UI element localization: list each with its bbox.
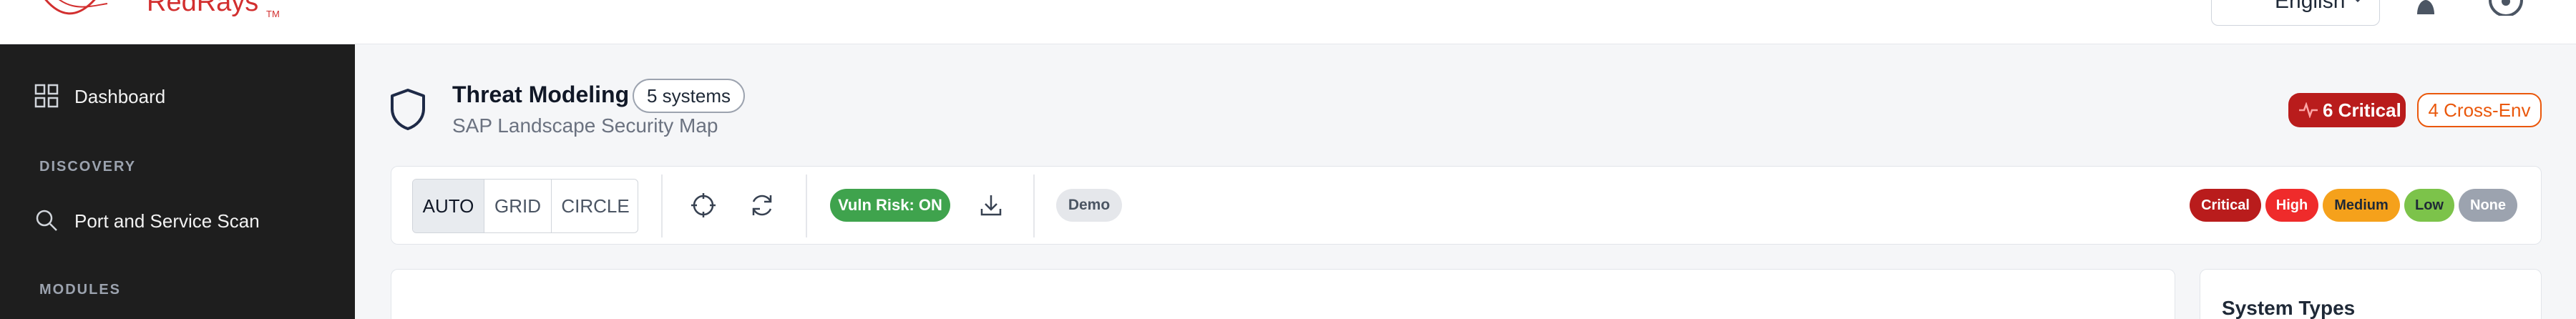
- sidebar: Dashboard DISCOVERY Port and Service Sca…: [0, 44, 355, 319]
- sidebar-item-port-scan[interactable]: Port and Service Scan: [0, 197, 355, 243]
- download-icon[interactable]: [977, 192, 1005, 219]
- page-title: Threat Modeling: [452, 82, 630, 107]
- legend-critical: Critical: [2190, 189, 2261, 222]
- legend-medium: Medium: [2323, 189, 2400, 222]
- critical-count-label: 6 Critical: [2323, 99, 2401, 121]
- pulse-icon: [2299, 102, 2318, 118]
- vuln-risk-toggle[interactable]: Vuln Risk: ON: [830, 189, 950, 222]
- toolbar-divider: [661, 175, 663, 237]
- layout-auto-button[interactable]: AUTO: [413, 180, 484, 232]
- shield-icon: [391, 89, 425, 130]
- top-header: RedRays TM English: [0, 0, 2576, 44]
- layout-circle-button[interactable]: CIRCLE: [552, 180, 638, 232]
- critical-count-badge[interactable]: 6 Critical: [2288, 93, 2406, 127]
- logo-trademark: TM: [266, 9, 280, 19]
- logo-text: RedRays: [147, 0, 259, 17]
- systems-count-badge: 5 systems: [633, 79, 746, 113]
- sidebar-section-modules: MODULES: [39, 282, 121, 298]
- bell-icon[interactable]: [2411, 0, 2440, 14]
- dashboard-grid-icon: [34, 84, 59, 108]
- toolbar-divider: [1033, 175, 1035, 237]
- legend-high: High: [2265, 189, 2318, 222]
- system-types-title: System Types: [2222, 297, 2356, 319]
- logo-icon: [44, 0, 108, 15]
- language-select[interactable]: English: [2211, 0, 2380, 26]
- layout-grid-button[interactable]: GRID: [484, 180, 552, 232]
- toolbar-divider: [806, 175, 807, 237]
- threat-map-canvas[interactable]: [391, 269, 2175, 319]
- layout-mode-selector: AUTO GRID CIRCLE: [412, 179, 638, 233]
- sidebar-item-label: Port and Service Scan: [74, 210, 260, 232]
- sidebar-item-label: Dashboard: [74, 86, 166, 107]
- crosshair-icon[interactable]: [690, 192, 717, 219]
- page-subtitle: SAP Landscape Security Map: [452, 114, 718, 137]
- cross-env-badge[interactable]: 4 Cross-Env: [2417, 93, 2542, 127]
- sidebar-item-dashboard[interactable]: Dashboard: [0, 73, 355, 119]
- chevron-down-icon: [2355, 0, 2361, 3]
- search-icon: [36, 210, 57, 231]
- sidebar-section-discovery: DISCOVERY: [39, 159, 137, 175]
- system-types-panel: System Types: [2200, 269, 2542, 319]
- legend-low: Low: [2404, 189, 2454, 222]
- language-select-value: English: [2275, 0, 2346, 13]
- legend-none: None: [2459, 189, 2517, 222]
- refresh-icon[interactable]: [748, 192, 776, 219]
- user-avatar-icon[interactable]: [2489, 0, 2523, 16]
- demo-badge: Demo: [1056, 189, 1122, 222]
